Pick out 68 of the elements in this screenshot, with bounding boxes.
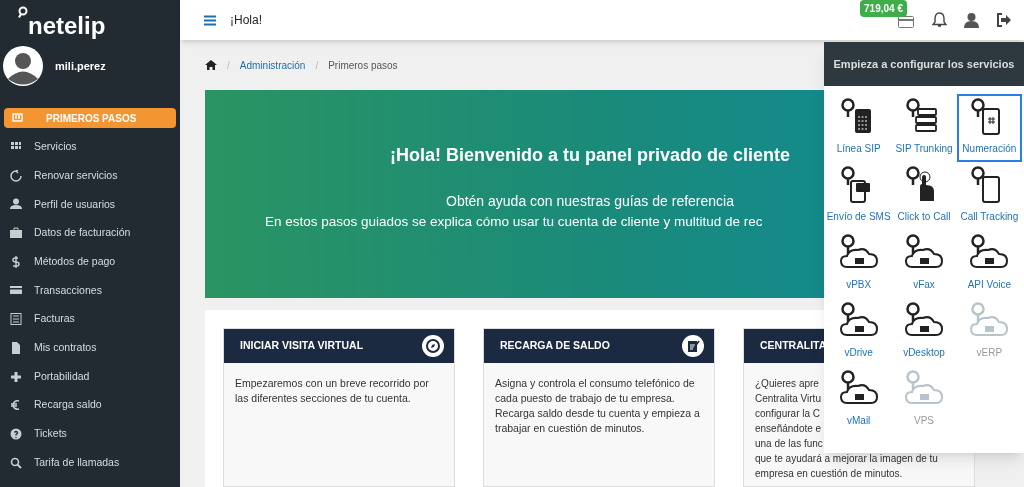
service-tile[interactable]: Línea SIP (826, 94, 892, 162)
service-tile[interactable]: vMail (826, 366, 892, 434)
sidebar-item[interactable]: Datos de facturación (4, 223, 176, 244)
banner-title: ¡Hola! Bienvenido a tu panel privado de cliente (388, 144, 792, 167)
menu-icon[interactable] (204, 14, 216, 26)
logout-icon[interactable] (996, 13, 1012, 27)
service-tile[interactable]: Numeración (956, 94, 1022, 162)
card-title: RECARGA DE SALDO (500, 338, 610, 354)
card-text: Empezaremos con un breve recorrido por las diferentes secciones de tu cuenta. (235, 376, 430, 406)
breadcrumb-separator: / (315, 58, 319, 73)
sidebar-item[interactable]: Renovar servicios (4, 165, 176, 186)
sidebar-item[interactable]: Métodos de pago (4, 251, 176, 272)
sidebar-item[interactable]: Tarifa de llamadas (4, 452, 176, 473)
breadcrumb-link[interactable]: Administración (239, 57, 306, 73)
search-icon (10, 456, 22, 469)
banner-subtitle: Obtén ayuda con nuestras guías de referencia (445, 192, 735, 211)
sidebar-item[interactable]: Mis contratos (4, 337, 176, 358)
sidebar-item[interactable]: Portabilidad (4, 366, 176, 387)
user-icon[interactable] (964, 12, 979, 28)
card-text: que te ayudará a mejorar la imagen de tu (755, 452, 938, 466)
card-text: enseñándote e (755, 422, 822, 436)
home-icon[interactable] (205, 60, 217, 70)
service-tile[interactable]: vDesktop (891, 298, 957, 366)
sidebar-item[interactable]: Recarga saldo (4, 395, 176, 416)
sidebar-item[interactable]: Transacciones (4, 280, 176, 301)
avatar-icon (3, 46, 43, 86)
sidebar-item[interactable]: Tickets (4, 423, 176, 444)
bell-icon[interactable] (932, 12, 947, 28)
document-icon (10, 341, 22, 354)
balance-badge: 719,04 € (860, 0, 907, 17)
banner-text: En estos pasos guiados se explica cómo usar tu cuenta de cliente y multitud de rec (265, 213, 764, 231)
sidebar-item[interactable]: Servicios (4, 137, 176, 157)
service-tile[interactable]: API Voice (956, 230, 1022, 298)
service-tile[interactable]: vFax (891, 230, 957, 298)
compass-icon (422, 335, 444, 357)
service-tile[interactable]: vPBX (826, 230, 892, 298)
briefcase-icon (10, 227, 22, 240)
service-tile[interactable]: Envío de SMS (826, 162, 892, 230)
card-text: ¿Quieres apre (755, 377, 819, 391)
service-tile[interactable]: Call Tracking (956, 162, 1022, 230)
clipboard-icon (682, 335, 704, 357)
card-icon (10, 284, 22, 297)
card-text: Centralita Virtu (755, 392, 821, 406)
breadcrumb-current: Primeros pasos (328, 58, 398, 73)
card-text: configurar la C (755, 407, 821, 421)
refresh-icon (10, 169, 22, 182)
breadcrumb-separator: / (227, 58, 230, 73)
service-tile[interactable]: vDrive (826, 298, 892, 366)
logo-text: netelip (28, 14, 106, 38)
card-text: una de las func (755, 437, 823, 451)
card-title: INICIAR VISITA VIRTUAL (240, 338, 364, 354)
euro-icon (10, 399, 22, 412)
username: mili.perez (55, 58, 106, 74)
dollar-icon (10, 255, 22, 268)
page-title: ¡Hola! (230, 12, 262, 29)
card-text: empresa en cuestión de minutos. (755, 467, 903, 481)
list-icon (10, 313, 22, 326)
card-text: Asigna y controla el consumo telefónico de cada puesto de trabajo de tu empresa. Recarga saldo desde tu cuenta y empieza a trabajar en cuestión de minutos. (495, 376, 701, 436)
user-icon (10, 198, 22, 211)
plus-icon (10, 370, 22, 383)
service-tile[interactable]: Click to Call (891, 162, 957, 230)
sidebar-item[interactable]: Perfil de usuarios (4, 194, 176, 215)
panel-title: Empieza a configurar los servicios (824, 42, 1024, 86)
sidebar-item[interactable]: Facturas (4, 309, 176, 330)
card-title: CENTRALITA (760, 338, 827, 354)
wallet-icon[interactable] (898, 16, 914, 28)
question-icon (10, 427, 22, 440)
service-tile[interactable]: SIP Trunking (891, 94, 957, 162)
